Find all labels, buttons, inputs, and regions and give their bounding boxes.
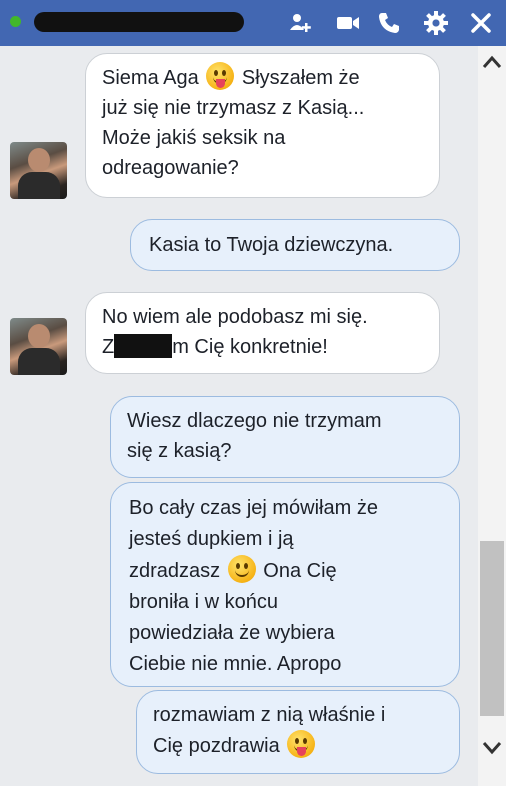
tongue-emoji-icon [206,62,235,90]
video-call-icon[interactable] [335,10,361,36]
phone-icon[interactable] [376,10,402,36]
message-text: Kasia to Twoja dziewczyna. [149,234,394,256]
message-text: odreagowanie? [102,157,239,179]
message-text: Cię pozdrawia [153,735,280,757]
incoming-message-bubble: Siema Aga Słyszałem że już się nie trzym… [85,53,440,198]
message-text: Bo cały czas jej mówiłam że [129,497,378,519]
message-text: Siema Aga [102,67,199,89]
message-text: broniła i w końcu [129,591,278,613]
message-text: powiedziała że wybiera [129,622,335,644]
smile-emoji-icon [227,555,256,583]
tongue-emoji-icon [287,730,316,758]
message-text: Z [102,336,115,358]
redaction-bar [114,334,173,358]
message-text: m Cię konkretnie! [172,336,328,358]
outgoing-message-bubble: Wiesz dlaczego nie trzymam się z kasią? [110,396,460,478]
online-status-dot [10,16,21,27]
scroll-up-icon[interactable] [482,54,502,70]
sender-avatar[interactable] [10,142,67,199]
message-text: No wiem ale podobasz mi się. [102,306,368,328]
scroll-down-icon[interactable] [482,740,502,756]
sender-avatar[interactable] [10,318,67,375]
message-text: Ciebie nie mnie. Apropo [129,653,342,675]
message-text: jesteś dupkiem i ją [129,528,294,550]
outgoing-message-bubble: rozmawiam z nią właśnie i Cię pozdrawia [136,690,460,774]
message-text: już się nie trzymasz z Kasią... [102,97,365,119]
message-text: Może jakiś seksik na [102,127,286,149]
outgoing-message-bubble: Kasia to Twoja dziewczyna. [130,219,460,271]
add-friend-icon[interactable] [288,10,314,36]
incoming-message-bubble: No wiem ale podobasz mi się. Zm Cię konk… [85,292,440,374]
scrollbar-thumb[interactable] [480,541,504,716]
message-text: rozmawiam z nią właśnie i [153,704,386,726]
outgoing-message-bubble: Bo cały czas jej mówiłam że jesteś dupki… [110,482,460,687]
message-text: Słyszałem że [241,67,360,89]
contact-name-redacted[interactable] [34,12,244,32]
chat-titlebar [0,0,506,46]
message-text: się z kasią? [127,440,232,462]
close-icon[interactable] [468,10,494,36]
scrollbar[interactable] [478,46,506,786]
settings-gear-icon[interactable] [423,10,449,36]
message-text: Wiesz dlaczego nie trzymam [127,410,382,432]
message-text: zdradzasz [129,560,221,582]
message-text: Ona Cię [263,560,337,582]
